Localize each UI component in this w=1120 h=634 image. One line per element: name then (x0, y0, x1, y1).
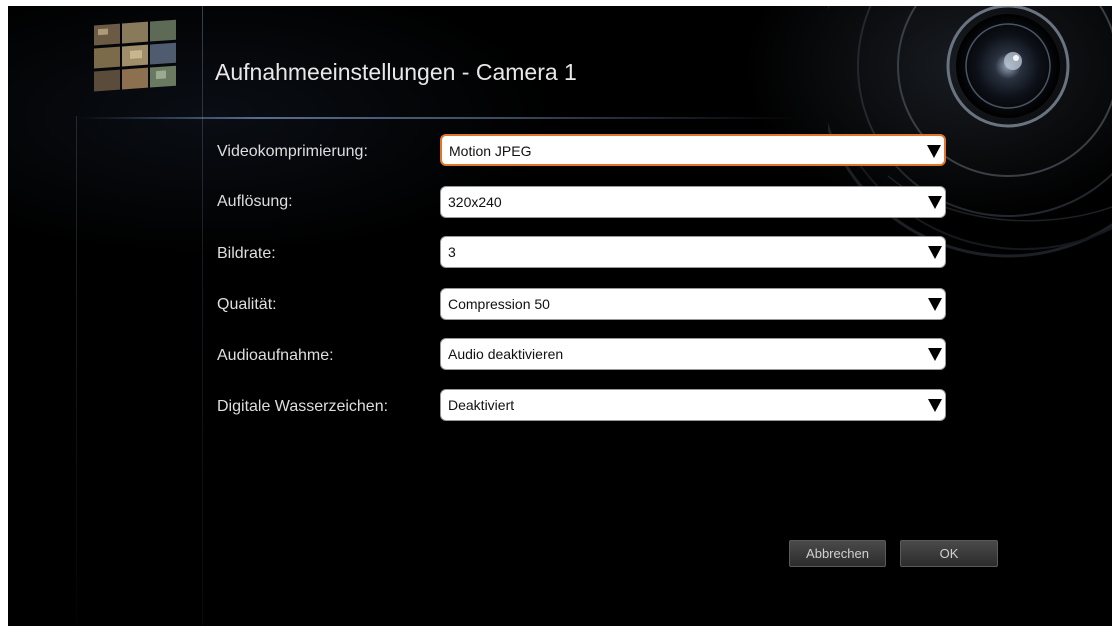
audio-recording-value: Audio deaktivieren (448, 346, 564, 362)
divider-vertical-left (76, 116, 77, 626)
dropdown-arrow-icon (928, 196, 942, 209)
label-resolution: Auflösung: (217, 193, 293, 210)
dropdown-arrow-icon (927, 145, 941, 158)
video-compression-select[interactable]: Motion JPEG (440, 134, 946, 166)
digital-watermark-value: Deaktiviert (448, 397, 515, 413)
resolution-select[interactable]: 320x240 (440, 186, 946, 218)
dropdown-arrow-icon (928, 399, 942, 412)
audio-recording-select[interactable]: Audio deaktivieren (440, 338, 946, 370)
label-frame-rate: Bildrate: (217, 245, 276, 262)
dropdown-arrow-icon (928, 246, 942, 259)
cancel-button[interactable]: Abbrechen (789, 540, 886, 567)
ok-button[interactable]: OK (900, 540, 998, 567)
dropdown-arrow-icon (928, 348, 942, 361)
quality-select[interactable]: Compression 50 (440, 288, 946, 320)
label-quality: Qualität: (217, 296, 277, 313)
camera-lens-decoration (828, 6, 1112, 258)
recording-settings-screen: Aufnahmeeinstellungen - Camera 1 Videoko… (8, 6, 1112, 626)
divider-horizontal (78, 117, 798, 119)
frame-rate-value: 3 (448, 244, 456, 260)
dropdown-arrow-icon (928, 298, 942, 311)
video-compression-value: Motion JPEG (449, 143, 532, 159)
label-audio-recording: Audioaufnahme: (217, 347, 334, 364)
frame-rate-select[interactable]: 3 (440, 236, 946, 268)
surveillance-thumbnail-icon (94, 19, 176, 92)
resolution-value: 320x240 (448, 194, 502, 210)
divider-vertical (202, 6, 203, 626)
digital-watermark-select[interactable]: Deaktiviert (440, 389, 946, 421)
label-video-compression: Videokomprimierung: (217, 143, 368, 160)
quality-value: Compression 50 (448, 296, 550, 312)
label-digital-watermark: Digitale Wasserzeichen: (217, 398, 389, 415)
page-title: Aufnahmeeinstellungen - Camera 1 (215, 59, 577, 85)
